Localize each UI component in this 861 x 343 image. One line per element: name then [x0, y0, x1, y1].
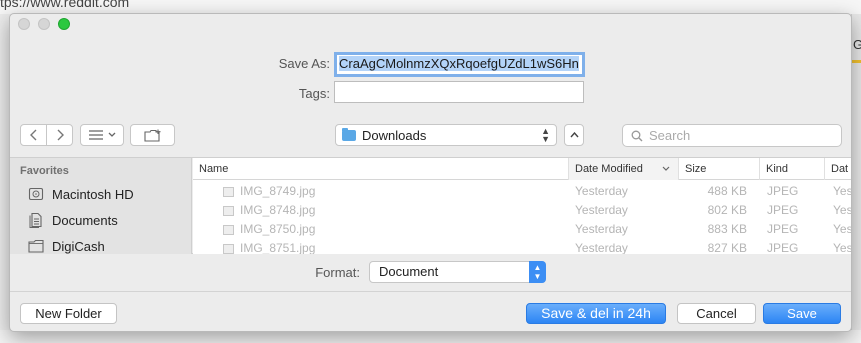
format-row: Format: Document ▲ ▼ — [10, 261, 851, 289]
table-row: IMG_8750.jpg Yesterday 883 KB JPEG Yes — [193, 220, 852, 239]
column-name-label: Name — [199, 163, 229, 175]
browser-page-edge — [851, 14, 861, 343]
page-edge-accent — [851, 60, 861, 63]
tags-input[interactable] — [334, 81, 584, 103]
save-as-value: CraAgCMolnmzXQxRqoefgUZdL1wS6Hn — [339, 56, 579, 71]
sidebar-item-digicash[interactable]: DigiCash — [28, 236, 105, 256]
save-button[interactable]: Save — [763, 303, 841, 324]
column-size[interactable]: Size — [679, 158, 760, 180]
sidebar-item-label: Documents — [52, 212, 118, 228]
file-kind: JPEG — [767, 203, 799, 217]
search-field[interactable]: Search — [622, 124, 842, 147]
file-added: Yes — [833, 241, 852, 254]
file-size: 827 KB — [707, 241, 747, 254]
column-date-added[interactable]: Dat — [825, 158, 851, 180]
page-edge-text: G — [853, 37, 861, 52]
dialog-footer: New Folder Save & del in 24h Cancel Save — [10, 291, 851, 331]
file-name: IMG_8748.jpg — [240, 203, 316, 217]
file-date: Yesterday — [575, 241, 628, 254]
list-view-icon — [88, 130, 103, 140]
sidebar-heading: Favorites — [20, 165, 69, 177]
sidebar-item-label: Macintosh HD — [52, 186, 134, 202]
file-size: 883 KB — [707, 222, 747, 236]
file-added: Yes — [833, 184, 852, 198]
column-date-added-label: Dat — [831, 163, 849, 175]
sidebar: Favorites Macintosh HD Documents DigiCas… — [10, 158, 192, 254]
save-and-delete-button[interactable]: Save & del in 24h — [526, 303, 666, 324]
column-kind[interactable]: Kind — [760, 158, 825, 180]
tags-label: Tags: — [298, 86, 330, 101]
new-folder-icon — [143, 129, 160, 142]
column-size-label: Size — [685, 163, 707, 175]
file-name: IMG_8751.jpg — [240, 241, 316, 254]
search-icon — [631, 130, 643, 141]
cancel-button[interactable]: Cancel — [677, 303, 756, 324]
save-as-label: Save As: — [278, 56, 330, 71]
new-folder-button[interactable]: New Folder — [20, 303, 117, 324]
chevron-up-icon — [569, 132, 579, 138]
file-added: Yes — [833, 203, 852, 217]
column-name[interactable]: Name — [193, 158, 569, 180]
dialog-titlebar — [10, 14, 851, 36]
folder-icon — [28, 239, 44, 253]
search-placeholder: Search — [649, 128, 691, 143]
file-kind: JPEG — [767, 222, 799, 236]
chevron-right-icon — [57, 129, 64, 141]
hard-drive-icon — [28, 187, 44, 201]
close-window-button[interactable] — [18, 18, 30, 30]
format-value: Document — [379, 264, 439, 279]
save-as-input[interactable]: CraAgCMolnmzXQxRqoefgUZdL1wS6Hn — [334, 52, 585, 77]
file-size: 488 KB — [707, 184, 747, 198]
browser-toolbar: tps://www.reddit.com — [0, 0, 861, 14]
collapse-dialog-button[interactable] — [564, 124, 584, 146]
file-kind: JPEG — [767, 184, 799, 198]
file-date: Yesterday — [575, 203, 628, 217]
table-row: IMG_8748.jpg Yesterday 802 KB JPEG Yes — [193, 201, 852, 220]
file-name: IMG_8749.jpg — [240, 184, 316, 198]
column-header-row: Name Date Modified Size Kind Dat — [193, 158, 851, 180]
location-label: Downloads — [362, 127, 427, 143]
location-popup[interactable]: Downloads ▲ ▼ — [335, 124, 557, 146]
column-kind-label: Kind — [766, 163, 789, 175]
popup-stepper-icon: ▲ ▼ — [541, 126, 550, 144]
file-date: Yesterday — [575, 184, 628, 198]
file-name: IMG_8750.jpg — [240, 222, 316, 236]
sidebar-item-macintosh-hd[interactable]: Macintosh HD — [28, 184, 134, 204]
column-date-modified-label: Date Modified — [575, 163, 643, 175]
sort-chevron-down-icon — [662, 166, 670, 171]
image-file-icon — [223, 243, 234, 254]
back-forward-control — [20, 124, 73, 146]
zoom-window-button[interactable] — [58, 18, 70, 30]
view-options-button[interactable] — [80, 124, 124, 146]
sidebar-item-documents[interactable]: Documents — [28, 210, 118, 230]
image-file-icon — [223, 205, 234, 216]
url-bar-text: tps://www.reddit.com — [0, 0, 130, 10]
save-dialog: Save As: CraAgCMolnmzXQxRqoefgUZdL1wS6Hn… — [9, 13, 852, 332]
downloads-folder-icon — [342, 127, 356, 141]
new-folder-toolbar-button[interactable] — [130, 124, 175, 146]
format-label: Format: — [315, 265, 360, 280]
file-added: Yes — [833, 222, 852, 236]
file-date: Yesterday — [575, 222, 628, 236]
file-browser: Favorites Macintosh HD Documents DigiCas… — [10, 157, 852, 254]
image-file-icon — [223, 224, 234, 235]
back-button[interactable] — [21, 125, 46, 145]
sidebar-item-label: DigiCash — [52, 238, 105, 254]
file-list: Name Date Modified Size Kind Dat IMG_874… — [193, 158, 852, 254]
minimize-window-button[interactable] — [38, 18, 50, 30]
chevron-down-icon — [108, 132, 115, 137]
documents-icon — [29, 212, 42, 228]
format-select[interactable]: Document ▲ ▼ — [369, 261, 546, 283]
image-file-icon — [223, 186, 234, 197]
table-row: IMG_8751.jpg Yesterday 827 KB JPEG Yes — [193, 239, 852, 254]
chevron-left-icon — [29, 129, 36, 141]
column-date-modified[interactable]: Date Modified — [569, 158, 679, 180]
select-stepper-icon: ▲ ▼ — [529, 261, 546, 283]
file-size: 802 KB — [707, 203, 747, 217]
forward-button[interactable] — [46, 125, 72, 145]
file-kind: JPEG — [767, 241, 799, 254]
table-row: IMG_8749.jpg Yesterday 488 KB JPEG Yes — [193, 182, 852, 201]
